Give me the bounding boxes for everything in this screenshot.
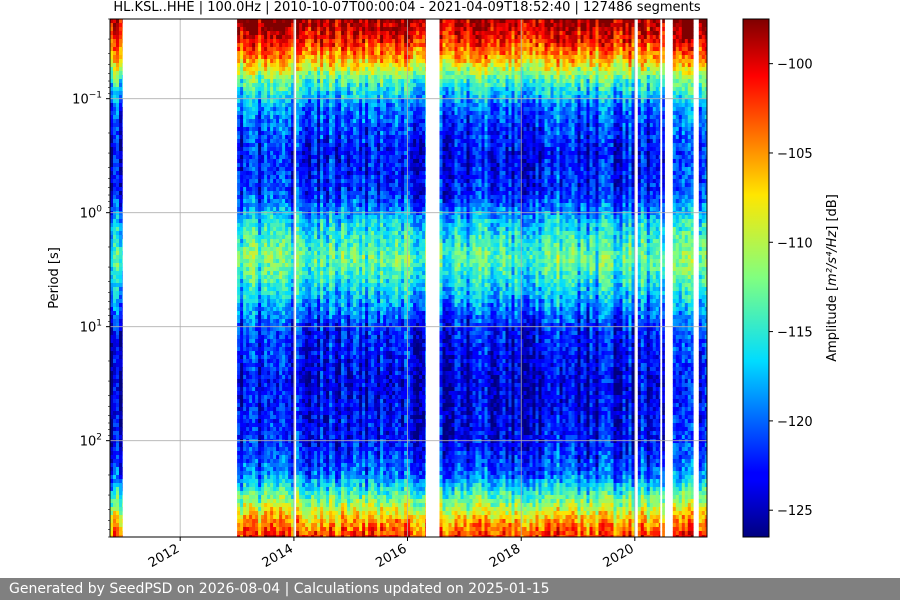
colorbar-tick-label: −120 bbox=[777, 415, 813, 430]
colorbar-label-unit: m²/s⁴/Hz bbox=[825, 230, 840, 286]
data-interval bbox=[699, 19, 708, 539]
psd-chart: HL.KSL..HHE | 100.0Hz | 2010-10-07T00:00… bbox=[0, 0, 900, 600]
colorbar-label-prefix: Amplitude [ bbox=[825, 286, 840, 362]
colorbar-tick-label: −100 bbox=[777, 58, 813, 73]
data-interval bbox=[662, 19, 665, 539]
colorbar-ticks: −100 −105 −110 −115 −120 −125 bbox=[769, 58, 813, 520]
colorbar-tick-label: −105 bbox=[777, 147, 813, 162]
data-interval bbox=[638, 19, 661, 539]
x-tick-label: 2018 bbox=[487, 541, 523, 571]
data-interval bbox=[237, 19, 294, 539]
y-tick-label: 100 bbox=[80, 205, 103, 222]
chart-title: HL.KSL..HHE | 100.0Hz | 2010-10-07T00:00… bbox=[113, 0, 700, 15]
colorbar bbox=[743, 19, 769, 537]
x-tick-label: 2014 bbox=[260, 541, 296, 571]
footer: Generated by SeedPSD on 2026-08-04 | Cal… bbox=[0, 578, 900, 600]
data-interval bbox=[110, 19, 123, 539]
x-tick-label: 2020 bbox=[601, 541, 637, 571]
colorbar-tick-label: −110 bbox=[777, 236, 813, 251]
data-interval bbox=[673, 19, 694, 539]
x-axis: 2012 2014 2016 2018 2020 bbox=[146, 537, 637, 571]
data-interval bbox=[296, 19, 426, 539]
y-tick-label: 101 bbox=[80, 319, 102, 336]
y-tick-label: 10−1 bbox=[72, 91, 102, 108]
colorbar-tick-label: −115 bbox=[777, 326, 813, 341]
x-tick-label: 2016 bbox=[373, 541, 409, 571]
y-tick-label: 102 bbox=[80, 433, 102, 450]
x-tick-label: 2012 bbox=[146, 541, 182, 571]
data-interval bbox=[440, 19, 636, 539]
colorbar-tick-label: −125 bbox=[777, 504, 813, 519]
y-axis-label: Period [s] bbox=[47, 247, 62, 309]
y-axis: 10−1 100 101 102 bbox=[72, 19, 110, 537]
colorbar-label-suffix: ] [dB] bbox=[825, 194, 840, 231]
colorbar-label: Amplitude [m²/s⁴/Hz] [dB] bbox=[825, 194, 840, 362]
